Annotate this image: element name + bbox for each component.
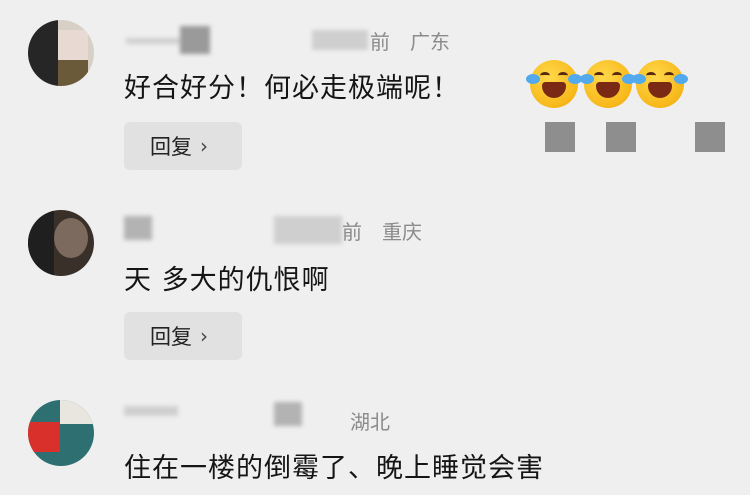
comment-location: 广东 bbox=[410, 30, 450, 54]
laughing-crying-emoji-icon bbox=[526, 60, 582, 108]
comment-location: 重庆 bbox=[382, 220, 422, 244]
chevron-right-icon: › bbox=[200, 324, 208, 348]
reply-label: 回复 bbox=[150, 135, 192, 159]
username-redacted bbox=[126, 38, 182, 44]
username-redacted bbox=[124, 216, 152, 240]
chevron-right-icon: › bbox=[200, 134, 208, 158]
username-redacted bbox=[180, 26, 210, 54]
redacted-block bbox=[545, 122, 575, 152]
comment-text: 住在一楼的倒霉了、晚上睡觉会害 bbox=[124, 453, 544, 484]
avatar[interactable] bbox=[28, 210, 94, 276]
reply-button[interactable]: 回复 › bbox=[124, 122, 242, 170]
time-redacted bbox=[274, 216, 342, 244]
comment-time: 前 bbox=[370, 30, 390, 54]
redacted-block bbox=[606, 122, 636, 152]
time-redacted bbox=[312, 30, 368, 50]
comment-text: 天 多大的仇恨啊 bbox=[124, 265, 330, 296]
reply-button[interactable]: 回复 › bbox=[124, 312, 242, 360]
laughing-crying-emoji-icon bbox=[580, 60, 636, 108]
avatar[interactable] bbox=[28, 20, 94, 86]
username-redacted bbox=[124, 406, 178, 416]
laughing-crying-emoji-icon bbox=[632, 60, 688, 108]
avatar[interactable] bbox=[28, 400, 94, 466]
comment-time: 前 bbox=[342, 220, 362, 244]
comment-text: 好合好分！何必走极端呢！ bbox=[124, 73, 460, 104]
comment-location: 湖北 bbox=[350, 410, 390, 434]
time-redacted bbox=[274, 402, 302, 426]
redacted-block bbox=[695, 122, 725, 152]
reply-label: 回复 bbox=[150, 325, 192, 349]
